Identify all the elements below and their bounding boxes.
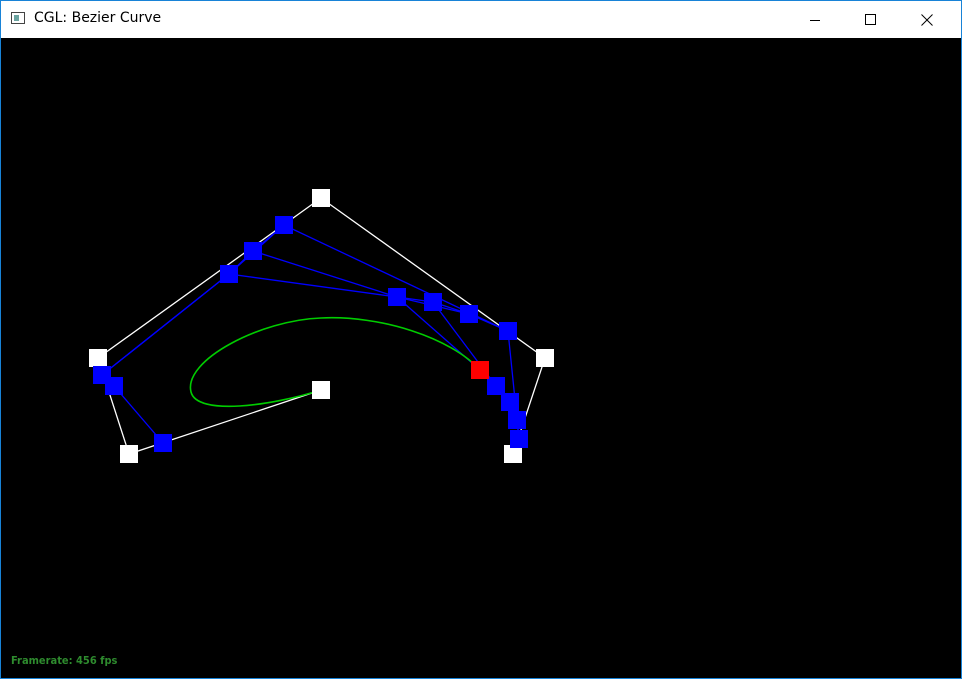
- control-point[interactable]: [312, 381, 330, 399]
- maximize-button[interactable]: [848, 1, 894, 38]
- framerate-label: Framerate: 456 fps: [11, 654, 118, 667]
- intermediate-point: [275, 216, 293, 234]
- intermediate-point: [499, 322, 517, 340]
- control-point[interactable]: [89, 349, 107, 367]
- intermediate-point: [220, 265, 238, 283]
- control-point[interactable]: [536, 349, 554, 367]
- intermediate-point: [487, 377, 505, 395]
- intermediate-point: [510, 430, 528, 448]
- intermediate-point: [508, 411, 526, 429]
- app-window: CGL: Bezier Curve Framerate: 456 fps: [0, 0, 962, 679]
- maximize-icon: [865, 13, 876, 25]
- intermediate-point: [501, 393, 519, 411]
- title-bar[interactable]: CGL: Bezier Curve: [1, 1, 961, 38]
- intermediate-point: [244, 242, 262, 260]
- close-icon: [921, 13, 933, 26]
- control-point[interactable]: [120, 445, 138, 463]
- bezier-scene[interactable]: [1, 38, 961, 678]
- minimize-button[interactable]: [792, 1, 838, 38]
- intermediate-point: [154, 434, 172, 452]
- minimize-icon: [810, 19, 820, 21]
- bezier-curve: [189, 316, 516, 455]
- intermediate-point: [93, 366, 111, 384]
- evaluated-point: [471, 361, 489, 379]
- app-icon: [11, 12, 25, 24]
- intermediate-point: [388, 288, 406, 306]
- close-button[interactable]: [904, 1, 950, 38]
- bezier-canvas[interactable]: Framerate: 456 fps: [1, 38, 961, 678]
- control-point[interactable]: [312, 189, 330, 207]
- control-polygon: [97, 197, 546, 455]
- window-title: CGL: Bezier Curve: [34, 10, 162, 26]
- intermediate-point: [460, 305, 478, 323]
- intermediate-point: [424, 293, 442, 311]
